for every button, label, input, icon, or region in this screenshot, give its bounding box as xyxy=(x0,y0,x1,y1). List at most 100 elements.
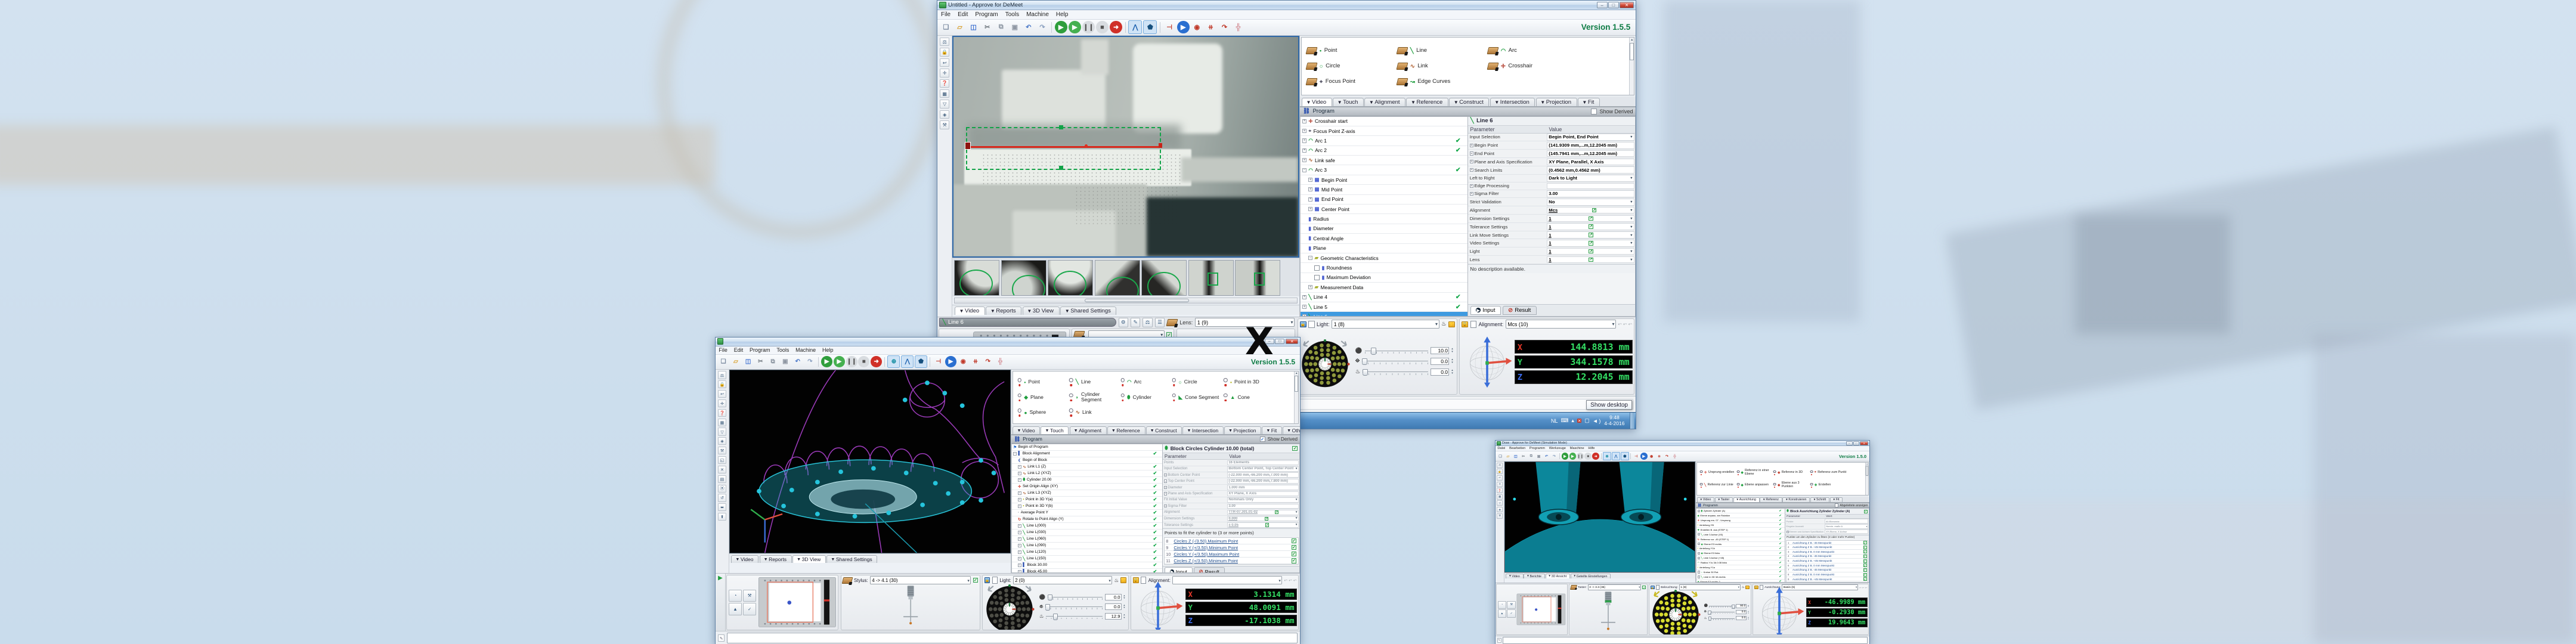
slider-value[interactable]: 12.9 xyxy=(1105,613,1122,620)
setting-value[interactable]: 1↗▾ xyxy=(1547,215,1634,222)
slider-track[interactable] xyxy=(1362,358,1428,364)
stage-cone-button[interactable]: ▲ xyxy=(1498,609,1506,617)
undo-icon[interactable]: ↶ xyxy=(792,356,803,367)
tool-tab-touch[interactable]: ▾Touch xyxy=(1041,426,1069,434)
tree-row[interactable]: ·Average Point Y✔ xyxy=(1012,510,1162,516)
step-down-icon[interactable]: ▾ xyxy=(1123,597,1125,600)
tree-row[interactable]: +╲Line 4✔ xyxy=(1301,293,1467,302)
abort-icon[interactable]: ➜ xyxy=(1592,453,1599,460)
palette-tool-cone[interactable]: ▲Cone xyxy=(1224,392,1275,402)
tree-expander-icon[interactable]: + xyxy=(1698,533,1700,535)
side-icon-11[interactable]: ▤ xyxy=(718,475,727,483)
maximize-button[interactable]: □ xyxy=(1853,441,1860,445)
new-icon[interactable]: ❏ xyxy=(940,21,952,33)
view-tab-3d-view[interactable]: ▾3D View xyxy=(792,555,826,563)
play-blue-icon[interactable]: ▶ xyxy=(1640,453,1648,460)
filmstrip-scrollbar[interactable] xyxy=(954,298,1298,304)
tree-expander-icon[interactable]: + xyxy=(1302,158,1306,162)
tree-expander-icon[interactable]: + xyxy=(1018,491,1021,495)
tree-row[interactable]: +▦Center Point xyxy=(1301,205,1467,214)
slider-stepper[interactable]: ▴▾ xyxy=(1123,595,1125,600)
menu-item-werkzeuge[interactable]: Werkzeuge xyxy=(1549,447,1566,450)
palette-tool-point[interactable]: •Point xyxy=(1306,47,1397,54)
filmstrip-scroll-thumb[interactable] xyxy=(1085,299,1188,303)
slider-track[interactable] xyxy=(1709,605,1734,608)
menu-item-file[interactable]: File xyxy=(719,347,727,353)
menu-item-tools[interactable]: Tools xyxy=(776,347,789,353)
palette-tool-erstellen[interactable]: ✚Erstellen xyxy=(1810,482,1847,488)
tree-row[interactable]: +▌Block 30.00✔ xyxy=(1012,562,1162,569)
view-tab-3d-ansicht[interactable]: ▾3D Ansicht xyxy=(1546,574,1570,578)
tree-expander-icon[interactable]: + xyxy=(1302,129,1306,133)
tree-row[interactable]: +∿Link L3 (XYZ)✔ xyxy=(1012,490,1162,497)
tree-expander-icon[interactable]: + xyxy=(1018,524,1021,528)
param-expander-icon[interactable]: + xyxy=(1787,531,1789,533)
tree-row[interactable]: +◠Arc 2✔ xyxy=(1301,146,1467,156)
side-icon-2[interactable]: ↩ xyxy=(1497,475,1503,481)
tree-row[interactable]: +╲Line 6 xyxy=(1301,312,1467,317)
edge-handle-left[interactable] xyxy=(965,142,971,150)
setting-value[interactable]: TTR-07.301.01-02↗▾ xyxy=(1227,510,1299,515)
palette-scrollbar[interactable]: ▴ xyxy=(1629,38,1634,95)
rotate-tool-icon[interactable]: ↷ xyxy=(982,356,993,367)
slider-value[interactable]: 0.0 xyxy=(1736,610,1747,614)
palette-tool-circle[interactable]: ○Circle xyxy=(1172,378,1223,386)
tree-row[interactable]: ▮Central Angle xyxy=(1301,234,1467,243)
palette-tool-cone-segment[interactable]: ◣Cone Segment xyxy=(1172,392,1223,402)
grid-tool-icon[interactable]: ╬ xyxy=(995,356,1006,367)
stop-icon[interactable]: ■ xyxy=(1584,453,1592,460)
taskbar-clock[interactable]: 9:484-4-2016 xyxy=(1604,415,1626,427)
tree-row[interactable]: +▦Begin Point xyxy=(1301,175,1467,185)
tree-row[interactable]: ✛Ursprung ers. 07 - Ursprung✔ xyxy=(1696,518,1785,523)
alignment-dropdown[interactable]: Basis (6) xyxy=(1782,584,1858,590)
tree-expander-icon[interactable]: + xyxy=(1308,285,1312,289)
tree-row[interactable]: +○Kreise 30 Rot.✔ xyxy=(1696,570,1785,575)
pause-icon[interactable]: ❙❙ xyxy=(1082,21,1095,33)
palette-tool-sphere[interactable]: ●Sphere xyxy=(1017,408,1069,417)
tree-expander-icon[interactable]: + xyxy=(1698,543,1700,545)
param-expander-icon[interactable]: + xyxy=(1164,473,1167,476)
tree-row[interactable]: +∿Link L2 (XYZ)✔ xyxy=(1012,470,1162,477)
view-tab-geteilte-einstellungen[interactable]: ▾Geteilte Einstellungen xyxy=(1571,574,1611,578)
measure-region-box[interactable] xyxy=(966,127,1162,170)
tree-expander-icon[interactable]: − xyxy=(1308,256,1312,260)
paste-icon[interactable]: ▣ xyxy=(1535,453,1543,460)
tree-expander-icon[interactable]: + xyxy=(1308,178,1312,182)
param-value[interactable]: Nominals Only▾ xyxy=(1227,497,1299,502)
slider-thumb[interactable] xyxy=(1048,595,1052,601)
caliper-icon[interactable]: ⋀ xyxy=(901,355,914,368)
close-button[interactable]: ✕ xyxy=(1860,441,1868,445)
setting-value[interactable]: 1↗▾ xyxy=(1547,231,1634,239)
side-icon-1[interactable]: 🔒 xyxy=(1497,469,1503,474)
inspect-icon[interactable]: ◉ xyxy=(1191,21,1203,33)
display-error-icon[interactable]: ✕ xyxy=(1577,419,1581,423)
tree-expander-icon[interactable]: + xyxy=(1308,197,1312,202)
setting-value[interactable]: 1↗▾ xyxy=(1547,256,1634,264)
slider-thumb[interactable] xyxy=(1362,358,1367,366)
align-tool-icon[interactable]: ⧺ xyxy=(970,356,982,367)
stage-go-button[interactable]: ✓ xyxy=(1507,609,1515,617)
snapshot-thumb-2[interactable] xyxy=(1048,260,1093,296)
side-icon-8[interactable]: ⚒ xyxy=(718,447,727,454)
step-icon[interactable]: ▶ xyxy=(1069,21,1081,33)
stage-cam-button[interactable]: ◔ xyxy=(729,590,742,602)
setting-value[interactable]: 0.000↗▾ xyxy=(1227,516,1299,522)
tool-tab-video[interactable]: ▾Video xyxy=(1302,98,1332,106)
play-blue-icon[interactable]: ▶ xyxy=(945,356,956,367)
view-tab-3d-view[interactable]: ▾3D View xyxy=(1023,306,1060,315)
tree-expander-icon[interactable]: − xyxy=(1013,452,1017,456)
tree-row[interactable]: +╲Linie in 3D 3A rechts✔ xyxy=(1696,575,1785,580)
step-down-icon[interactable]: ▾ xyxy=(1451,372,1453,375)
open-setting-icon[interactable]: ↗ xyxy=(1265,517,1268,521)
slider-thumb[interactable] xyxy=(1732,605,1735,609)
slider-stepper[interactable]: ▴▾ xyxy=(1451,369,1453,375)
redo-icon[interactable]: ↷ xyxy=(1551,453,1558,460)
bulb-on-icon[interactable]: ⚡ xyxy=(1120,577,1126,583)
tray-expand-icon[interactable]: ▴ xyxy=(1571,417,1574,424)
cut-icon[interactable]: ✂ xyxy=(755,356,766,367)
tree-row[interactable]: •Verteilung Y1a✔ xyxy=(1696,565,1785,570)
tree-expander-icon[interactable]: + xyxy=(1018,544,1021,547)
point-list-row[interactable]: 10Circles Y (+/3.50).Maximum Point✓ xyxy=(1165,551,1298,558)
tree-expander-icon[interactable]: + xyxy=(1302,138,1306,143)
slider-track[interactable] xyxy=(1365,348,1429,354)
